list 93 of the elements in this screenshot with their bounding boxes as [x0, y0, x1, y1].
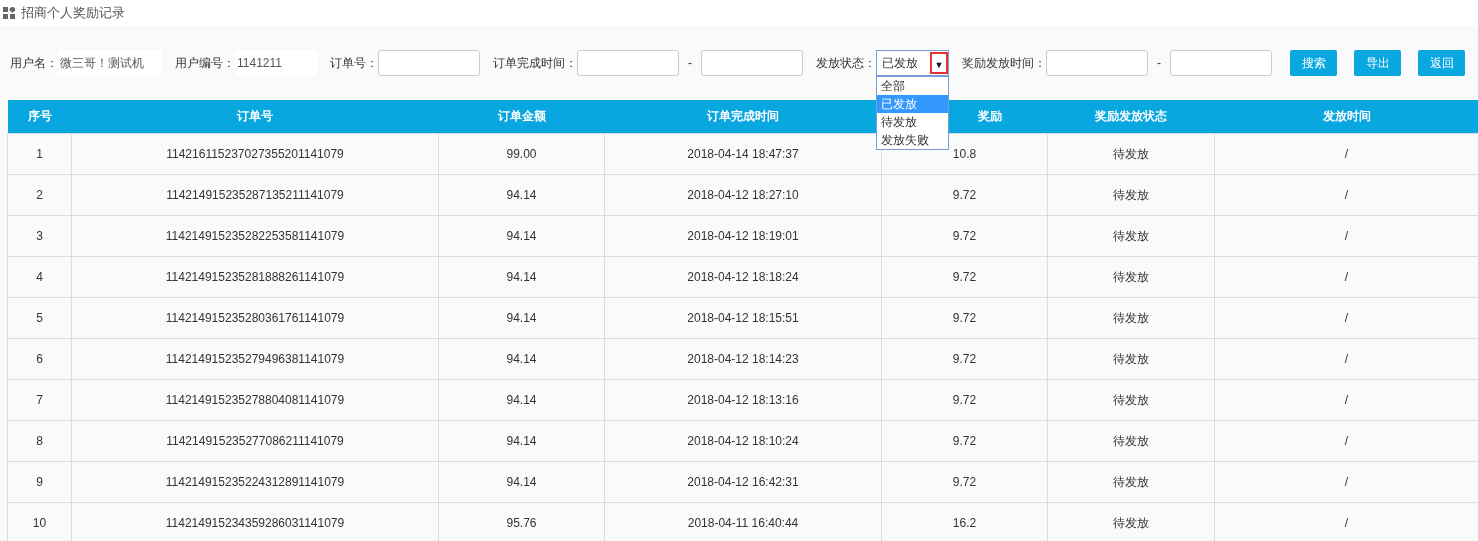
table-cell: 2018-04-12 16:42:31 — [604, 461, 882, 503]
table-cell: 9 — [7, 461, 72, 503]
table-cell: / — [1214, 420, 1478, 462]
table-cell: 94.14 — [438, 256, 605, 298]
table-cell: / — [1214, 297, 1478, 339]
order-number-field[interactable] — [378, 50, 480, 76]
table-cell: 7 — [7, 379, 72, 421]
table-cell: / — [1214, 338, 1478, 380]
field-label: 用户名： — [10, 54, 58, 72]
table-cell: 3 — [7, 215, 72, 257]
table-cell: 2018-04-12 18:15:51 — [604, 297, 882, 339]
grid-icon — [3, 7, 15, 19]
table-cell: 94.14 — [438, 420, 605, 462]
field-label: 用户编号： — [175, 54, 235, 72]
table-cell: 16.2 — [881, 502, 1048, 541]
table-cell: 待发放 — [1047, 256, 1215, 298]
field-label: 订单号： — [330, 54, 378, 72]
column-header: 订单金额 — [438, 100, 605, 134]
column-header: 序号 — [7, 100, 72, 134]
user-id-value: 1141211 — [235, 50, 317, 76]
table-cell: / — [1214, 379, 1478, 421]
table-cell: 4 — [7, 256, 72, 298]
table-cell: / — [1214, 461, 1478, 503]
table-cell: / — [1214, 256, 1478, 298]
table-cell: 9.72 — [881, 215, 1048, 257]
table-cell: 9.72 — [881, 297, 1048, 339]
table-cell: 2018-04-12 18:19:01 — [604, 215, 882, 257]
table-cell: 待发放 — [1047, 338, 1215, 380]
range-separator: - — [1157, 56, 1161, 70]
table-cell: / — [1214, 215, 1478, 257]
table-cell: / — [1214, 133, 1478, 175]
table-cell: 待发放 — [1047, 502, 1215, 541]
table-cell: 114214915235277086211141079 — [71, 420, 439, 462]
table-cell: / — [1214, 502, 1478, 541]
field-label: 奖励发放时间： — [962, 54, 1046, 72]
table-cell: 114216115237027355201141079 — [71, 133, 439, 175]
end-date-field[interactable] — [1170, 50, 1272, 76]
column-header: 订单号 — [71, 100, 439, 134]
table-cell: 1 — [7, 133, 72, 175]
field-label: 发放状态： — [816, 54, 876, 72]
table-cell: 114214915235287135211141079 — [71, 174, 439, 216]
field-label: 订单完成时间： — [493, 54, 577, 72]
page-title: 招商个人奖励记录 — [21, 4, 125, 22]
table-cell: 114214915235278804081141079 — [71, 379, 439, 421]
dropdown-option[interactable]: 全部 — [877, 77, 948, 95]
table-cell: 94.14 — [438, 379, 605, 421]
table-cell: 94.14 — [438, 215, 605, 257]
table-cell: 94.14 — [438, 174, 605, 216]
start-date-field[interactable] — [577, 50, 679, 76]
user-name-value: 微三哥！测试机 — [58, 50, 162, 76]
table-cell: 95.76 — [438, 502, 605, 541]
table-cell: 9.72 — [881, 379, 1048, 421]
table-cell: 2018-04-12 18:13:16 — [604, 379, 882, 421]
table-cell: 2018-04-14 18:47:37 — [604, 133, 882, 175]
table-cell: 94.14 — [438, 461, 605, 503]
table-cell: 94.14 — [438, 338, 605, 380]
table-cell: 99.00 — [438, 133, 605, 175]
table-cell: 9.72 — [881, 420, 1048, 462]
table-cell: 114214915235282253581141079 — [71, 215, 439, 257]
table-cell: 5 — [7, 297, 72, 339]
table-cell: 114214915235280361761141079 — [71, 297, 439, 339]
table-cell: 94.14 — [438, 297, 605, 339]
start-date-field[interactable] — [1046, 50, 1148, 76]
status-select[interactable]: 已发放 ▼ — [876, 50, 949, 76]
table-cell: 6 — [7, 338, 72, 380]
table-cell: 2018-04-12 18:14:23 — [604, 338, 882, 380]
table-cell: 待发放 — [1047, 174, 1215, 216]
end-date-field[interactable] — [701, 50, 803, 76]
table-cell: 待发放 — [1047, 461, 1215, 503]
column-header: 奖励发放状态 — [1047, 100, 1215, 134]
table-cell: 9.72 — [881, 338, 1048, 380]
table-cell: 待发放 — [1047, 133, 1215, 175]
table-cell: 待发放 — [1047, 420, 1215, 462]
table-cell: 待发放 — [1047, 215, 1215, 257]
table-cell: 2018-04-12 18:10:24 — [604, 420, 882, 462]
table-cell: 2018-04-12 18:18:24 — [604, 256, 882, 298]
table-cell: 9.72 — [881, 461, 1048, 503]
table-cell: 114214915234359286031141079 — [71, 502, 439, 541]
table-cell: 9.72 — [881, 174, 1048, 216]
range-separator: - — [688, 56, 692, 70]
table-cell: 2018-04-12 18:27:10 — [604, 174, 882, 216]
table-cell: 114214915235279496381141079 — [71, 338, 439, 380]
table-cell: 8 — [7, 420, 72, 462]
table-cell: 10 — [7, 502, 72, 541]
table-cell: 9.72 — [881, 256, 1048, 298]
table-cell: 待发放 — [1047, 379, 1215, 421]
column-header: 发放时间 — [1214, 100, 1478, 134]
table-cell: 2018-04-11 16:40:44 — [604, 502, 882, 541]
table-cell: 114214915235281888261141079 — [71, 256, 439, 298]
table-cell: 2 — [7, 174, 72, 216]
table-cell: 114214915235224312891141079 — [71, 461, 439, 503]
table-cell: 待发放 — [1047, 297, 1215, 339]
table-cell: / — [1214, 174, 1478, 216]
